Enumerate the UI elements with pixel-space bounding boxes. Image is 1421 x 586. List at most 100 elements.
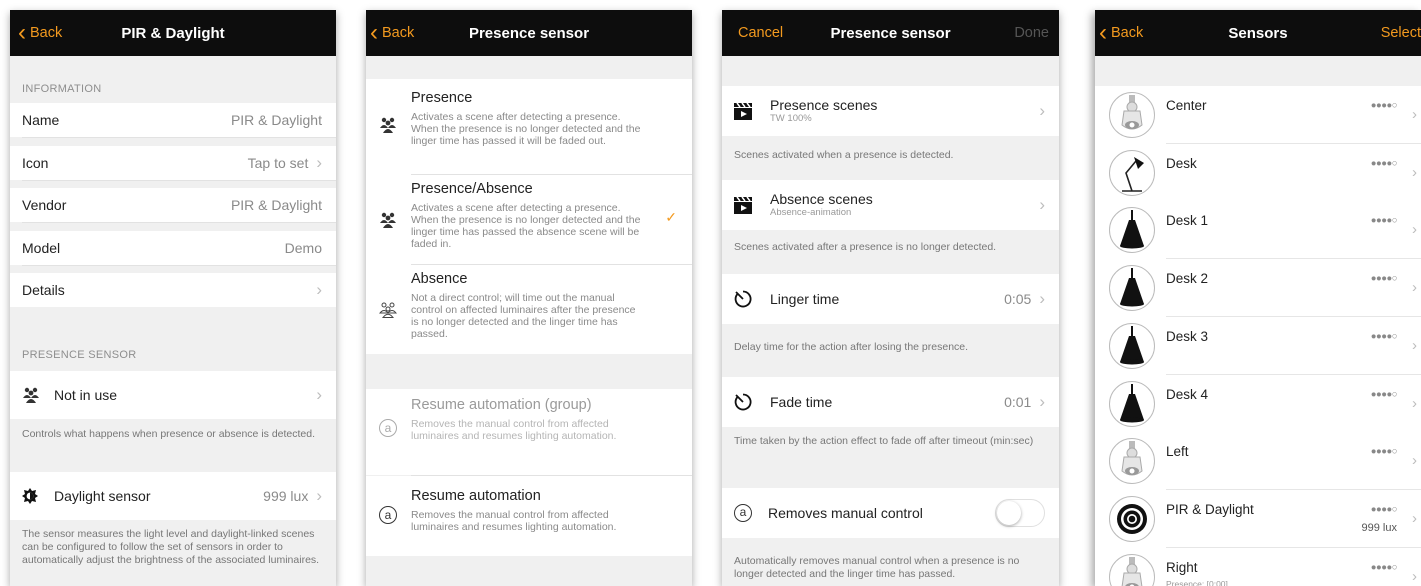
chevron-right-icon: › xyxy=(1039,392,1045,411)
divider xyxy=(22,180,336,181)
absence-people-icon xyxy=(378,301,398,319)
avatar xyxy=(1109,438,1155,485)
nav-bar: ‹ Back Sensors Select xyxy=(1095,10,1421,56)
chevron-left-icon: ‹ xyxy=(370,19,378,46)
name-row[interactable]: Name PIR & Daylight xyxy=(10,103,336,137)
pir-daylight-screen: ‹ Back PIR & Daylight INFORMATION Name PIR… xyxy=(10,10,336,586)
presence-mode-screen: ‹ Back Presence sensor Presence Activates… xyxy=(366,10,692,586)
sensor-row[interactable]: Desk 3 ●●●●○ › xyxy=(1095,316,1421,375)
section-header-information: INFORMATION xyxy=(22,83,102,95)
sensor-row[interactable]: Desk 4 ●●●●○ › xyxy=(1095,374,1421,433)
daylight-sensor-row[interactable]: Daylight sensor 999 lux › xyxy=(10,472,336,520)
page-title: PIR & Daylight xyxy=(121,24,225,42)
sensor-row[interactable]: Desk 1 ●●●●○ › xyxy=(1095,201,1421,260)
fade-time-row[interactable]: Fade time 0:01 › xyxy=(722,377,1059,427)
fade-note: Time taken by the action effect to fade … xyxy=(734,435,1034,447)
signal-strength-icon: ●●●●○ xyxy=(1370,273,1398,285)
avatar xyxy=(1109,322,1155,369)
nav-bar: ‹ Back Presence sensor xyxy=(366,10,692,56)
sensor-row[interactable]: Right Presence: [0:00] ●●●●○ › xyxy=(1095,547,1421,586)
manual-control-toggle[interactable] xyxy=(995,499,1045,527)
sensor-name: Desk 1 xyxy=(1166,213,1209,229)
desk-lamp-icon xyxy=(1112,153,1152,193)
signal-strength-icon: ●●●●○ xyxy=(1370,446,1398,458)
chevron-right-icon: › xyxy=(1412,567,1417,585)
toggle-knob xyxy=(997,501,1021,525)
back-button[interactable]: ‹ Back xyxy=(370,10,414,56)
presence-scenes-value: TW 100% xyxy=(770,113,812,124)
divider xyxy=(22,222,336,223)
pendant-lamp-icon xyxy=(1112,268,1152,308)
sensor-row[interactable]: Desk ●●●●○ › xyxy=(1095,143,1421,202)
lux-value: 999 lux xyxy=(1361,521,1397,534)
clapperboard-icon xyxy=(734,196,756,214)
vendor-row[interactable]: Vendor PIR & Daylight xyxy=(10,188,336,222)
back-button[interactable]: ‹ Back xyxy=(18,10,62,56)
mode-presence-absence[interactable]: Presence/Absence Activates a scene after… xyxy=(366,175,692,263)
avatar xyxy=(1109,553,1155,586)
details-row[interactable]: Details › xyxy=(10,273,336,307)
sensor-name: Right xyxy=(1166,559,1198,575)
sensors-screen: ‹ Back Sensors Select Center ●●●●○ › Desk ●●●… xyxy=(1095,10,1421,586)
sensor-row[interactable]: PIR & Daylight ●●●●○ 999 lux › xyxy=(1095,489,1421,548)
divider xyxy=(22,137,336,138)
presence-settings-screen: Cancel Presence sensor Done Presence sce… xyxy=(722,10,1059,586)
signal-strength-icon: ●●●●○ xyxy=(1370,100,1398,111)
chevron-right-icon: › xyxy=(316,385,322,404)
done-button[interactable]: Done xyxy=(1014,10,1049,56)
spotlight-icon xyxy=(1112,556,1152,586)
chevron-left-icon: ‹ xyxy=(18,19,26,46)
chevron-right-icon: › xyxy=(1412,106,1417,123)
mode-absence[interactable]: Absence Not a direct control; will time … xyxy=(366,265,692,353)
chevron-right-icon: › xyxy=(1412,221,1417,239)
absence-scenes-row[interactable]: Absence scenes › xyxy=(722,180,1059,230)
clapperboard-icon xyxy=(734,102,756,120)
chevron-right-icon: › xyxy=(1412,279,1417,297)
sensor-row[interactable]: Desk 2 ●●●●○ › xyxy=(1095,259,1421,318)
model-row[interactable]: Model Demo xyxy=(10,231,336,265)
chevron-right-icon: › xyxy=(1039,289,1045,308)
signal-strength-icon: ●●●●○ xyxy=(1370,330,1398,342)
absence-scenes-value: Absence-animation xyxy=(770,207,852,218)
sensor-name: Desk xyxy=(1166,155,1197,171)
spotlight-icon xyxy=(1112,95,1152,135)
sensor-row[interactable]: Left ●●●●○ › xyxy=(1095,432,1421,491)
select-button[interactable]: Select xyxy=(1381,10,1421,56)
mode-presence[interactable]: Presence Activates a scene after detecti… xyxy=(366,80,692,173)
avatar xyxy=(1109,495,1155,542)
avatar xyxy=(1109,92,1155,138)
daylight-note: The sensor measures the light level and … xyxy=(22,528,320,566)
sensor-row[interactable]: Center ●●●●○ › xyxy=(1095,86,1421,144)
cancel-button[interactable]: Cancel xyxy=(738,10,783,56)
back-button[interactable]: ‹ Back xyxy=(1099,10,1143,56)
pendant-lamp-icon xyxy=(1112,383,1152,424)
auto-circle-icon: a xyxy=(379,419,397,437)
linger-note: Delay time for the action after losing t… xyxy=(734,341,969,353)
presence-sensor-row[interactable]: Not in use › xyxy=(10,371,336,419)
signal-strength-icon: ●●●●○ xyxy=(1370,388,1398,400)
chevron-right-icon: › xyxy=(1412,394,1417,412)
icon-row[interactable]: Icon Tap to set › xyxy=(10,146,336,180)
people-icon xyxy=(22,387,44,403)
chevron-left-icon: ‹ xyxy=(1099,19,1107,46)
sun-half-icon xyxy=(22,488,44,504)
avatar xyxy=(1109,265,1155,312)
pendant-lamp-icon xyxy=(1112,325,1152,366)
auto-circle-icon: a xyxy=(734,504,752,522)
section-header-presence: PRESENCE SENSOR xyxy=(22,349,137,361)
linger-time-row[interactable]: Linger time 0:05 › xyxy=(722,274,1059,324)
page-title: Sensors xyxy=(1228,24,1288,42)
chevron-right-icon: › xyxy=(1412,336,1417,354)
presence-scenes-row[interactable]: Presence scenes › xyxy=(722,86,1059,136)
resume-automation-group[interactable]: a Resume automation (group) Removes the … xyxy=(366,389,692,475)
sensor-name: PIR & Daylight xyxy=(1166,501,1254,517)
presence-people-icon xyxy=(378,116,398,134)
sensor-name: Center xyxy=(1166,98,1207,113)
resume-automation[interactable]: a Resume automation Removes the manual c… xyxy=(366,476,692,556)
avatar xyxy=(1109,149,1155,196)
avatar xyxy=(1109,380,1155,427)
absence-scenes-note: Scenes activated after a presence is no … xyxy=(734,241,997,253)
auto-circle-icon: a xyxy=(379,506,397,524)
nav-bar: Cancel Presence sensor Done xyxy=(722,10,1059,56)
signal-strength-icon: ●●●●○ xyxy=(1370,561,1398,573)
